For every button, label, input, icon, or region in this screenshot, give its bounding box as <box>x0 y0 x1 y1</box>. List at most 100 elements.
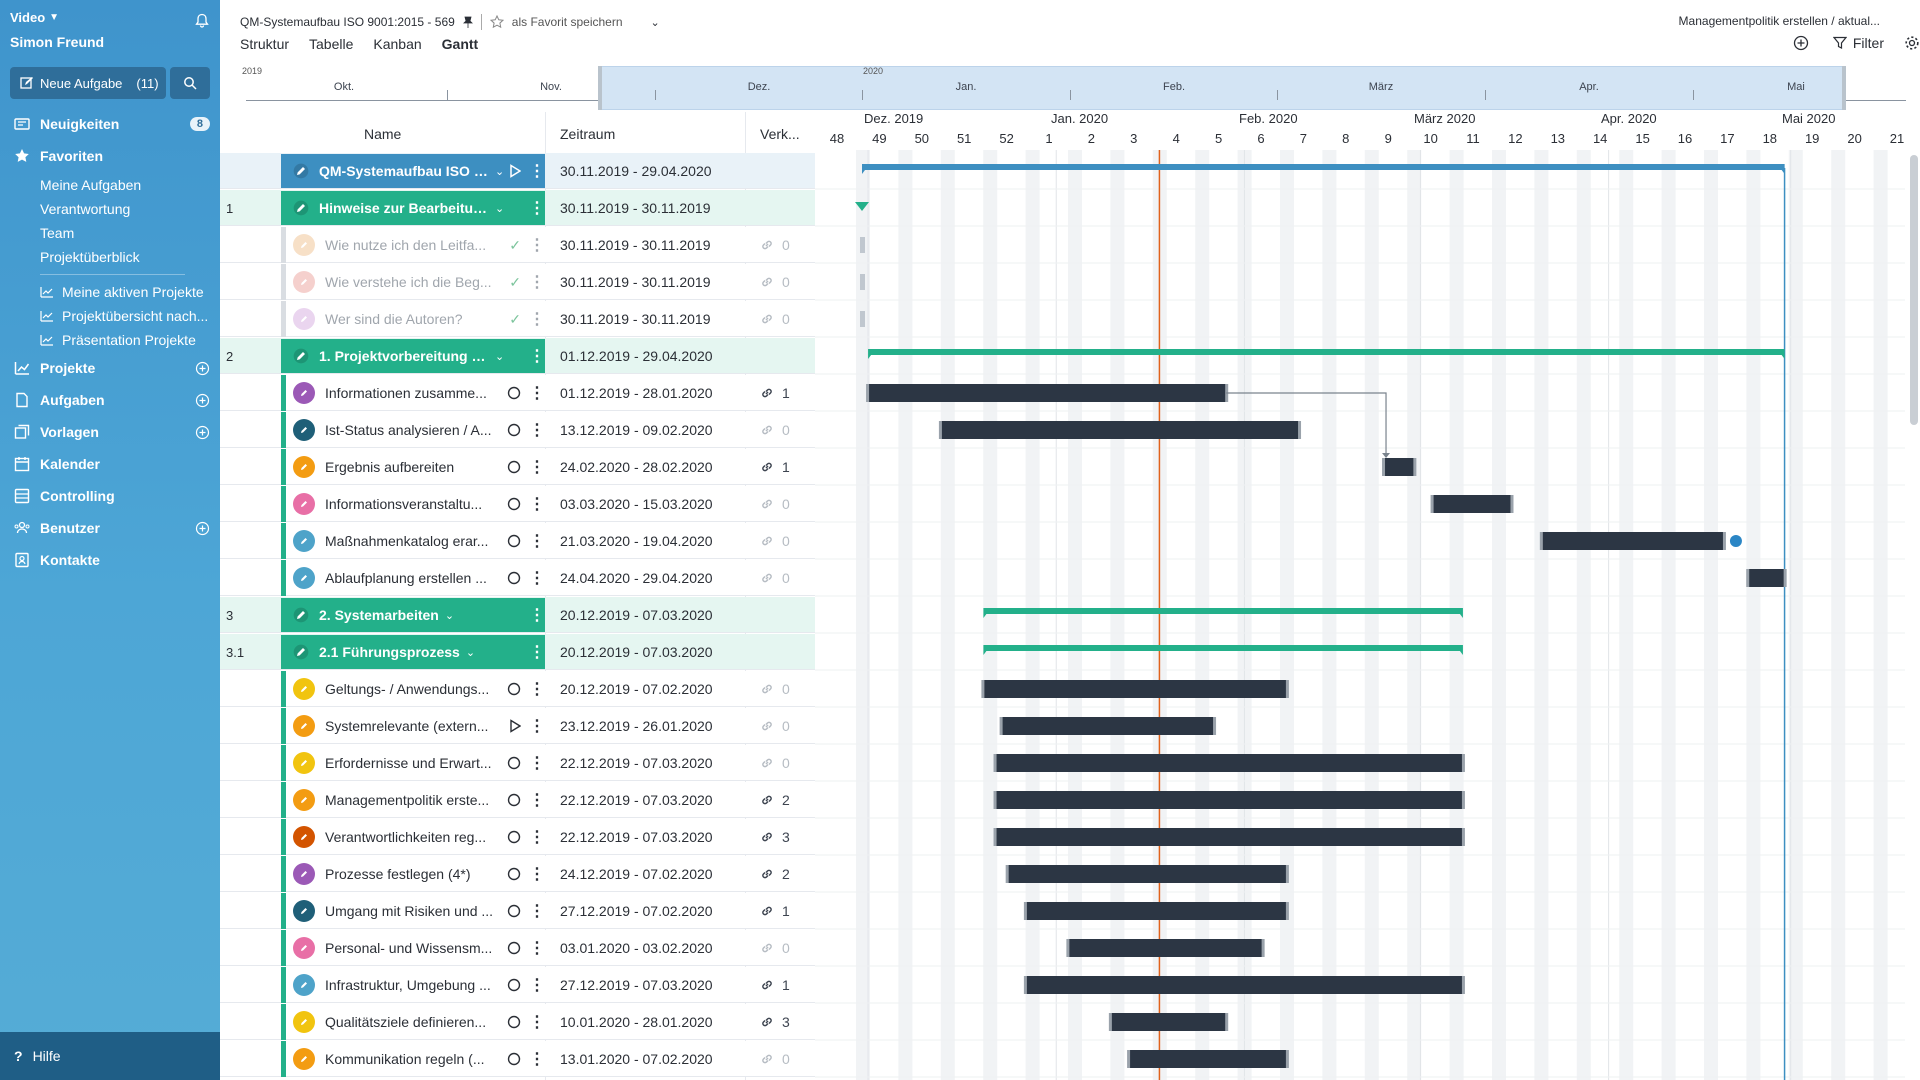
task-name-cell[interactable]: Ist-Status analysieren / A... ⋮ <box>281 413 545 447</box>
dependency-count[interactable]: 0 <box>760 264 790 300</box>
more-icon[interactable]: ⋮ <box>529 568 545 588</box>
more-icon[interactable]: ⋮ <box>529 309 545 329</box>
table-row[interactable]: Verantwortlichkeiten reg... ⋮ 22.12.2019 -… <box>220 819 815 855</box>
more-icon[interactable]: ⋮ <box>529 716 545 736</box>
dependency-count[interactable]: 0 <box>760 227 790 263</box>
task-name-cell[interactable]: Geltungs- / Anwendungs... ⋮ <box>281 672 545 706</box>
more-icon[interactable]: ⋮ <box>529 420 545 440</box>
column-header-links[interactable]: Verk... <box>760 118 800 150</box>
dependency-count[interactable]: 0 <box>760 745 790 781</box>
more-icon[interactable]: ⋮ <box>529 827 545 847</box>
more-icon[interactable]: ⋮ <box>529 975 545 995</box>
more-icon[interactable]: ⋮ <box>529 901 545 921</box>
dependency-count[interactable]: 0 <box>760 560 790 596</box>
timeline-selection[interactable] <box>600 66 1844 110</box>
status-circle-icon[interactable] <box>507 423 521 437</box>
task-name-cell[interactable]: Systemrelevante (extern... ⋮ <box>281 709 545 743</box>
edit-icon[interactable] <box>293 348 309 364</box>
dependency-count[interactable]: 2 <box>760 856 790 892</box>
play-icon[interactable] <box>509 719 521 733</box>
table-row[interactable]: QM-Systemaufbau ISO 9... ⌄ ⋮ 30.11.2019 - 2… <box>220 153 815 189</box>
task-name-cell[interactable]: Informationsveranstaltu... ⋮ <box>281 487 545 521</box>
edit-icon[interactable] <box>293 493 315 515</box>
sidebar-item-aufgaben[interactable]: Aufgaben <box>0 386 220 414</box>
add-circle-icon[interactable] <box>1793 35 1809 51</box>
sidebar-item-projekte[interactable]: Projekte <box>0 354 220 382</box>
edit-icon[interactable] <box>293 826 315 848</box>
sidebar-item-vorlagen[interactable]: Vorlagen <box>0 418 220 446</box>
dependency-count[interactable]: 0 <box>760 671 790 707</box>
table-row[interactable]: Ablaufplanung erstellen ... ⋮ 24.04.2020 -… <box>220 560 815 596</box>
dependency-count[interactable]: 0 <box>760 1041 790 1077</box>
dependency-count[interactable]: 0 <box>760 486 790 522</box>
more-icon[interactable]: ⋮ <box>529 1012 545 1032</box>
status-circle-icon[interactable] <box>507 941 521 955</box>
table-row[interactable]: Ergebnis aufbereiten ⋮ 24.02.2020 - 28.02.… <box>220 449 815 485</box>
more-icon[interactable]: ⋮ <box>529 864 545 884</box>
edit-icon[interactable] <box>293 382 315 404</box>
task-name-cell[interactable]: Infrastruktur, Umgebung ... ⋮ <box>281 968 545 1002</box>
task-name-cell[interactable]: Verantwortlichkeiten reg... ⋮ <box>281 820 545 854</box>
status-circle-icon[interactable] <box>507 386 521 400</box>
edit-icon[interactable] <box>293 200 309 216</box>
report-link[interactable]: Projektübersicht nach... <box>40 305 208 327</box>
more-icon[interactable]: ⋮ <box>529 790 545 810</box>
favorite-link[interactable]: Projektüberblick <box>40 246 140 268</box>
more-icon[interactable]: ⋮ <box>529 383 545 403</box>
add-circle-icon[interactable] <box>195 361 210 376</box>
help-button[interactable]: ? Hilfe <box>0 1032 220 1080</box>
status-circle-icon[interactable] <box>507 904 521 918</box>
table-row[interactable]: 3.1 2.1 Führungsprozess ⌄ ⋮ 20.12.2019 - 07.… <box>220 634 815 670</box>
table-row[interactable]: Systemrelevante (extern... ⋮ 23.12.2019 - … <box>220 708 815 744</box>
edit-icon[interactable] <box>293 900 315 922</box>
pin-icon[interactable] <box>462 16 473 28</box>
gantt-chart[interactable] <box>815 150 1905 1080</box>
edit-icon[interactable] <box>293 937 315 959</box>
task-name-cell[interactable]: 2. Systemarbeiten ⌄ ⋮ <box>281 598 545 632</box>
status-circle-icon[interactable] <box>507 460 521 474</box>
status-circle-icon[interactable] <box>507 793 521 807</box>
edit-icon[interactable] <box>293 863 315 885</box>
task-name-cell[interactable]: Personal- und Wissensm... ⋮ <box>281 931 545 965</box>
more-icon[interactable]: ⋮ <box>529 235 545 255</box>
chevron-down-icon[interactable]: ⌄ <box>466 646 475 659</box>
more-icon[interactable]: ⋮ <box>529 679 545 699</box>
task-bar[interactable] <box>996 828 1462 846</box>
status-circle-icon[interactable] <box>507 867 521 881</box>
play-icon[interactable] <box>509 164 521 178</box>
task-name-cell[interactable]: Wer sind die Autoren? ✓ ⋮ <box>281 302 545 336</box>
table-row[interactable]: Wie nutze ich den Leitfa... ✓ ⋮ 30.11.2019 … <box>220 227 815 263</box>
table-row[interactable]: 2 1. Projektvorbereitung und -... ⌄ ⋮ 01.12.… <box>220 338 815 374</box>
edit-icon[interactable] <box>293 715 315 737</box>
scrollbar-thumb[interactable] <box>1910 155 1918 425</box>
table-row[interactable]: Maßnahmenkatalog erar... ⋮ 21.03.2020 - 19… <box>220 523 815 559</box>
completed-bar[interactable] <box>860 274 865 290</box>
task-name-cell[interactable]: Hinweise zur Bearbeitung d... ⌄ ⋮ <box>281 191 545 225</box>
task-name-cell[interactable]: Umgang mit Risiken und ... ⋮ <box>281 894 545 928</box>
edit-icon[interactable] <box>293 678 315 700</box>
tab-gantt[interactable]: Gantt <box>442 36 479 52</box>
task-bar[interactable] <box>1749 569 1784 587</box>
summary-bar[interactable] <box>983 608 1463 618</box>
timeline-overview[interactable]: 2019 2020 Okt. Nov. Dez. Jan. Feb. März Apr. Ma… <box>240 62 1920 112</box>
sidebar-item-kontakte[interactable]: Kontakte <box>0 546 220 574</box>
favorite-link[interactable]: Team <box>40 222 74 244</box>
check-icon[interactable]: ✓ <box>509 311 521 328</box>
task-bar[interactable] <box>1385 458 1414 476</box>
table-row[interactable]: Erfordernisse und Erwart... ⋮ 22.12.2019 -… <box>220 745 815 781</box>
more-icon[interactable]: ⋮ <box>529 346 545 366</box>
favorite-link[interactable]: Meine Aufgaben <box>40 174 141 196</box>
task-name-cell[interactable]: Ergebnis aufbereiten ⋮ <box>281 450 545 484</box>
task-bar[interactable] <box>1130 1050 1286 1068</box>
table-row[interactable]: Kommunikation regeln (... ⋮ 13.01.2020 - 0… <box>220 1041 815 1077</box>
task-bar[interactable] <box>1008 865 1286 883</box>
dependency-count[interactable]: 0 <box>760 412 790 448</box>
new-task-button[interactable]: Neue Aufgabe (11) <box>10 67 166 99</box>
dependency-count[interactable]: 1 <box>760 967 790 1003</box>
task-name-cell[interactable]: Erfordernisse und Erwart... ⋮ <box>281 746 545 780</box>
more-icon[interactable]: ⋮ <box>529 531 545 551</box>
more-icon[interactable]: ⋮ <box>529 642 545 662</box>
add-circle-icon[interactable] <box>195 425 210 440</box>
favorite-link[interactable]: Verantwortung <box>40 198 130 220</box>
task-bar[interactable] <box>996 754 1462 772</box>
